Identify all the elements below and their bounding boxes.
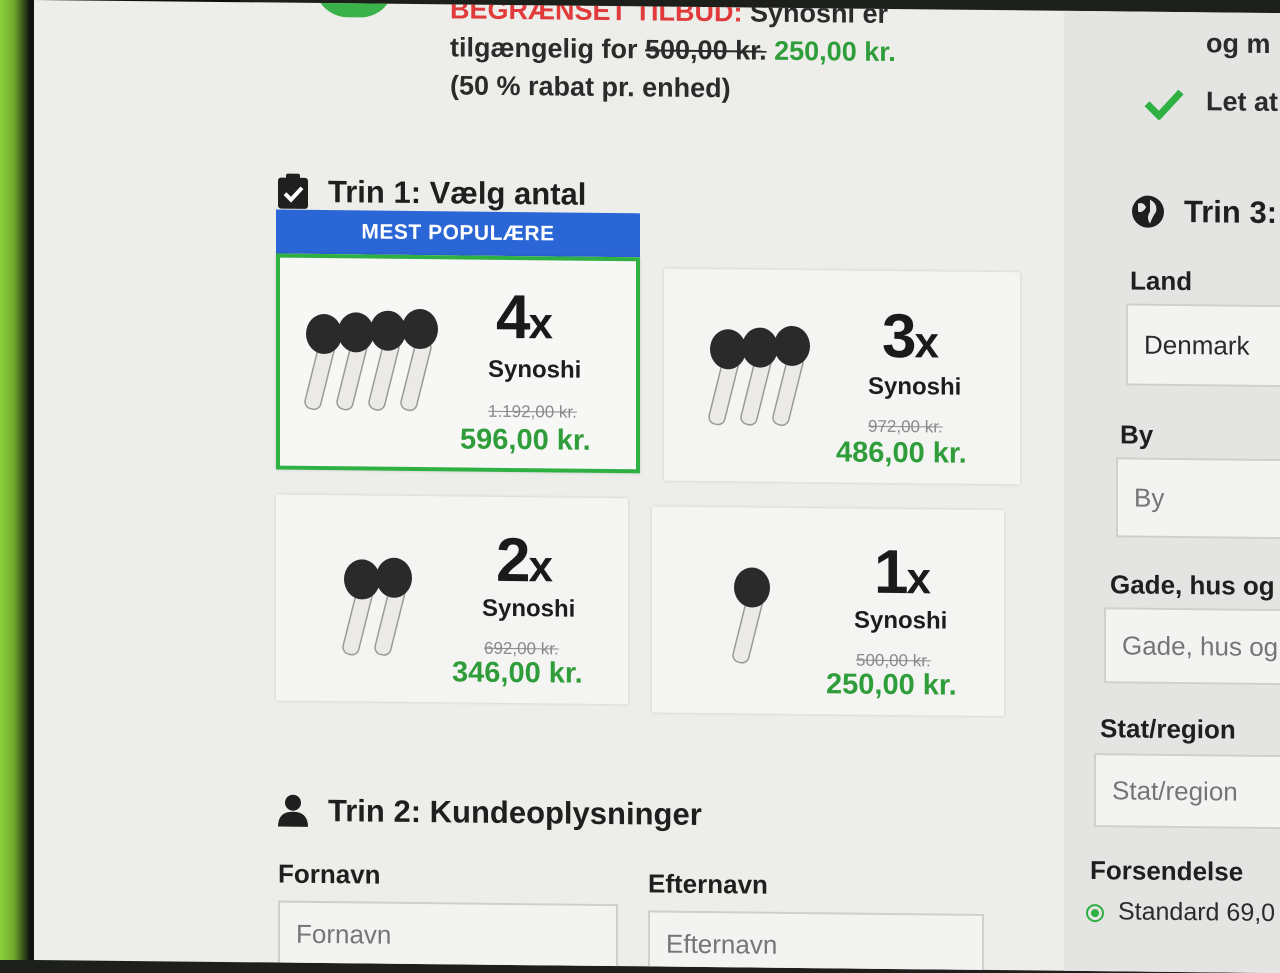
brush-product-icon	[342, 557, 412, 656]
first-name-label: Fornavn	[278, 858, 381, 890]
option-product-name: Synoshi	[868, 372, 962, 401]
quantity-option-4[interactable]: 4x Synoshi 1.192,00 kr. 596,00 kr.	[276, 253, 640, 474]
brush-product-icon	[708, 325, 810, 426]
option-product-name: Synoshi	[488, 355, 582, 384]
quantity-option-2[interactable]: 2x Synoshi 692,00 kr. 346,00 kr.	[276, 494, 628, 705]
shipping-standard-radio[interactable]	[1086, 904, 1104, 923]
step3-title: Trin 3:	[1130, 193, 1277, 231]
region-field[interactable]	[1094, 753, 1280, 830]
option-old-price: 1.192,00 kr.	[488, 401, 577, 422]
feature-line-2: Let at	[1206, 86, 1279, 118]
option-quantity: 2x	[496, 525, 551, 596]
brush-product-icon	[304, 309, 438, 412]
promo-text-b: tilgængelig for	[450, 32, 645, 65]
last-name-label: Efternavn	[648, 868, 768, 900]
country-select[interactable]: Denmark	[1126, 303, 1280, 388]
shipping-label: Forsendelse	[1090, 855, 1244, 887]
globe-icon	[1132, 195, 1164, 228]
street-label: Gade, hus og	[1110, 569, 1275, 601]
most-popular-badge: MEST POPULÆRE	[276, 209, 640, 258]
option-quantity: 4x	[496, 282, 551, 353]
option-product-name: Synoshi	[482, 594, 576, 623]
country-label: Land	[1130, 265, 1193, 297]
user-icon	[278, 794, 308, 827]
quantity-option-1[interactable]: 1x Synoshi 500,00 kr. 250,00 kr.	[652, 506, 1004, 717]
region-label: Stat/region	[1100, 713, 1236, 745]
promo-new-price: 250,00 kr.	[766, 35, 896, 68]
step2-title-text: Trin 2: Kundeoplysninger	[328, 793, 702, 832]
step1-title: Trin 1: Vælg antal	[276, 173, 586, 214]
promo-text: BEGRÆNSET TILBUD: Synoshi er tilgængelig…	[450, 0, 1050, 111]
option-quantity: 3x	[882, 301, 937, 372]
option-product-name: Synoshi	[854, 606, 948, 635]
brush-product-icon	[732, 567, 770, 664]
option-price: 486,00 kr.	[836, 436, 967, 470]
step2-title: Trin 2: Kundeoplysninger	[276, 793, 702, 833]
promo-old-price: 500,00 kr.	[645, 34, 767, 66]
option-price: 346,00 kr.	[452, 656, 583, 690]
street-field[interactable]	[1104, 607, 1280, 686]
promo-text-a: Synoshi er	[742, 0, 889, 29]
checkout-page: BEGRÆNSET TILBUD: Synoshi er tilgængelig…	[34, 0, 1280, 973]
option-quantity: 1x	[874, 537, 929, 608]
promo-note: (50 % rabat pr. enhed)	[450, 70, 731, 104]
checkmark-icon	[1144, 89, 1184, 121]
clipboard-check-icon	[278, 173, 308, 209]
step3-title-text: Trin 3:	[1184, 194, 1278, 231]
city-label: By	[1120, 419, 1154, 450]
option-price: 250,00 kr.	[826, 668, 957, 702]
option-price: 596,00 kr.	[460, 423, 591, 457]
promo-label: BEGRÆNSET TILBUD:	[450, 0, 743, 28]
shipping-standard-label: Standard 69,0	[1118, 897, 1276, 927]
step1-title-text: Trin 1: Vælg antal	[328, 174, 587, 212]
promo-badge-icon	[314, 0, 394, 18]
option-old-price: 972,00 kr.	[868, 416, 943, 437]
last-name-field[interactable]	[648, 910, 984, 973]
city-field[interactable]	[1116, 457, 1280, 540]
feature-line-1: og m	[1206, 28, 1271, 59]
quantity-option-3[interactable]: 3x Synoshi 972,00 kr. 486,00 kr.	[664, 268, 1020, 485]
